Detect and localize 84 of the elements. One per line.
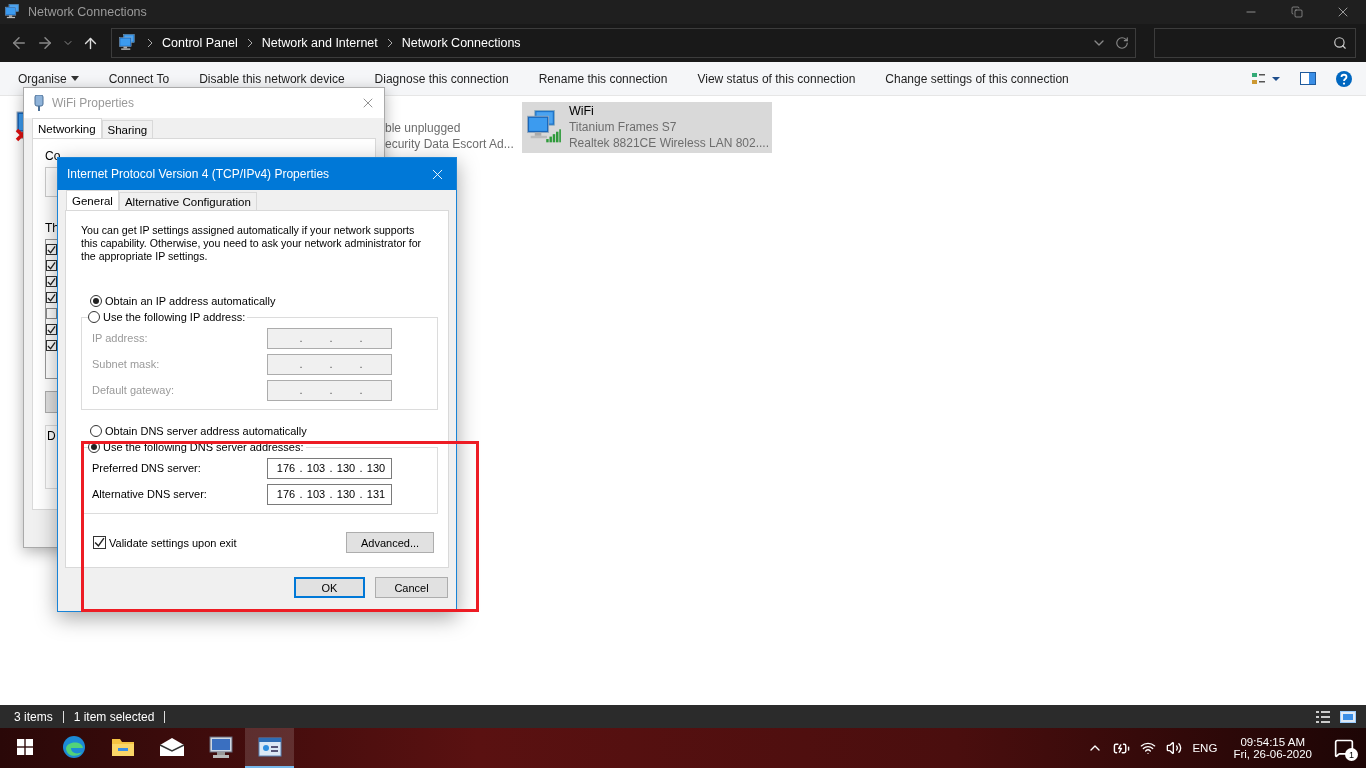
help-icon[interactable] xyxy=(1336,70,1352,87)
dns-address-field[interactable]: 176 . 103 . 130 . 131 xyxy=(267,483,392,505)
checkbox[interactable] xyxy=(46,260,57,271)
advanced-button[interactable]: Advanced... xyxy=(346,532,434,553)
envelope-icon[interactable] xyxy=(158,737,185,757)
radio-button[interactable]: Obtain an IP address automatically xyxy=(90,294,278,307)
chevron-right-icon xyxy=(385,38,394,48)
connection-detail: ecurity Data Escort Ad... xyxy=(385,137,512,151)
ip-address-field[interactable]: . . . xyxy=(267,327,392,349)
tab[interactable]: Networking xyxy=(32,118,102,138)
command-button[interactable]: Disable this network device xyxy=(199,71,345,86)
connection-name: WiFi xyxy=(568,104,595,118)
checkbox[interactable]: Validate settings upon exit xyxy=(93,536,237,549)
computer-icon[interactable] xyxy=(207,735,234,759)
view-options-icon[interactable] xyxy=(1252,71,1280,86)
wifi-icon[interactable] xyxy=(1140,740,1157,756)
dialog-button[interactable]: OK xyxy=(294,577,365,598)
ip-address-field[interactable]: . . . xyxy=(267,353,392,375)
language-indicator[interactable]: ENG xyxy=(1192,742,1218,754)
status-text: 3 items xyxy=(14,709,53,724)
taskbar-button[interactable] xyxy=(245,728,294,768)
breadcrumb-item[interactable]: Network and Internet xyxy=(261,36,378,50)
checkbox[interactable] xyxy=(46,244,57,255)
windows-icon[interactable] xyxy=(16,739,33,755)
chevron-right-icon xyxy=(245,38,254,48)
search-field[interactable] xyxy=(1154,28,1356,58)
tab[interactable]: General xyxy=(66,190,119,210)
window-icon[interactable] xyxy=(257,736,282,758)
chevron-right-icon xyxy=(146,38,154,48)
large-icons-view-icon[interactable] xyxy=(1340,710,1356,723)
command-button[interactable]: Organise xyxy=(18,71,79,86)
folder-icon[interactable] xyxy=(110,736,135,758)
dialog-title: WiFi Properties xyxy=(52,96,135,110)
connection-detail: Realtek 8821CE Wireless LAN 802.... xyxy=(568,136,769,150)
connection-detail: Titanium Frames S7 xyxy=(568,120,678,134)
connection-detail: ble unplugged xyxy=(385,121,462,135)
breadcrumb-item[interactable]: Network Connections xyxy=(401,36,521,50)
checkbox[interactable] xyxy=(46,276,57,287)
network-folder-icon xyxy=(118,33,138,53)
forward-icon[interactable] xyxy=(36,34,54,52)
command-button[interactable]: Change settings of this connection xyxy=(885,71,1069,86)
clock-date[interactable]: Fri, 26-06-2020 xyxy=(1233,748,1312,760)
check-icon xyxy=(94,537,105,548)
address-bar[interactable]: Control Panel Network and Internet Network Connections xyxy=(111,28,1137,58)
dialog-button[interactable]: Cancel xyxy=(375,577,448,598)
command-button[interactable]: Diagnose this connection xyxy=(374,71,509,86)
checkbox[interactable] xyxy=(46,324,57,335)
network-folder-icon xyxy=(4,3,22,21)
command-button[interactable]: Connect To xyxy=(108,71,170,86)
connection-item[interactable]: WiFi Titanium Frames S7 Realtek 8821CE Wireless LAN 802.... xyxy=(522,102,772,153)
clock-time[interactable]: 09:54:15 AM xyxy=(1240,736,1305,748)
search-icon xyxy=(1333,36,1347,50)
window-title: Network Connections xyxy=(28,5,148,19)
browser-icon[interactable] xyxy=(61,735,86,759)
radio-button[interactable]: Use the following IP address: xyxy=(88,311,248,323)
field-label: Preferred DNS server: xyxy=(92,462,202,474)
caret-icon xyxy=(70,76,79,81)
tab[interactable]: Alternative Configuration xyxy=(118,192,257,210)
field-label: Alternative DNS server: xyxy=(92,488,208,500)
ip-address-field[interactable]: . . . xyxy=(267,379,392,401)
adapter-icon xyxy=(34,95,44,111)
dns-address-field[interactable]: 176 . 103 . 130 . 130 xyxy=(267,457,392,479)
details-view-icon[interactable] xyxy=(1316,710,1330,723)
checkbox[interactable] xyxy=(46,340,57,351)
preview-pane-icon[interactable] xyxy=(1300,72,1316,85)
restore-icon[interactable] xyxy=(1291,6,1303,18)
breadcrumb-item[interactable]: Control Panel xyxy=(162,36,238,50)
field-label: IP address: xyxy=(92,332,149,344)
checkbox[interactable] xyxy=(46,308,57,319)
refresh-icon[interactable] xyxy=(1115,36,1130,50)
field-label: Subnet mask: xyxy=(92,358,161,370)
field-label: Default gateway: xyxy=(92,384,175,396)
intro-text: You can get IP settings assigned automatically if your network supports this capability. Otherwise, you need to ask your network administrator for the appropriate IP settings. xyxy=(81,224,423,263)
back-icon[interactable] xyxy=(10,34,28,52)
checkbox[interactable] xyxy=(46,292,57,303)
radio-button[interactable]: Obtain DNS server address automatically xyxy=(90,424,309,437)
tab[interactable]: Sharing xyxy=(101,120,154,138)
command-button[interactable]: Rename this connection xyxy=(538,71,668,86)
dialog-title: Internet Protocol Version 4 (TCP/IPv4) Properties xyxy=(67,167,331,181)
notification-count: 1 xyxy=(1345,748,1358,761)
label-text: D xyxy=(47,429,56,443)
volume-icon[interactable] xyxy=(1166,740,1183,756)
command-button[interactable]: View status of this connection xyxy=(697,71,856,86)
status-text: 1 item selected xyxy=(73,709,155,724)
